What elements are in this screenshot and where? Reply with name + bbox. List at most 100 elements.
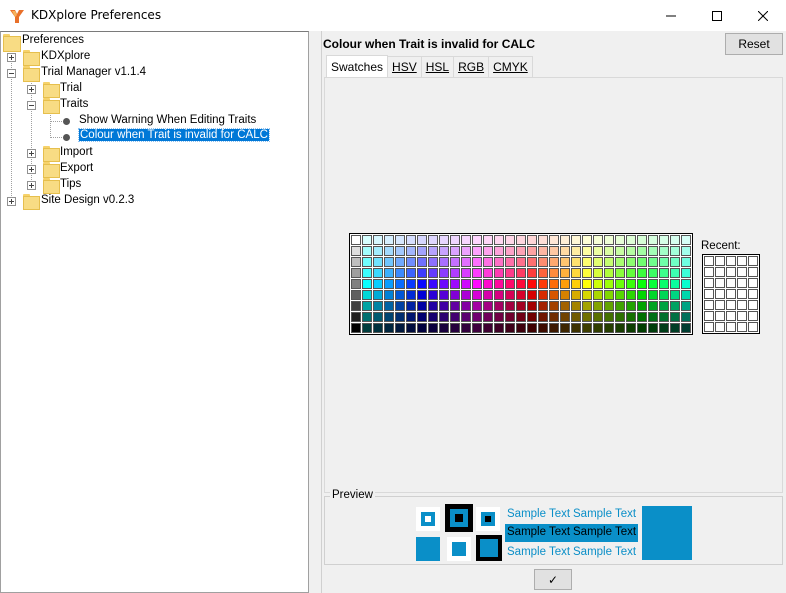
- recent-swatch[interactable]: [704, 256, 714, 266]
- colour-swatch[interactable]: [373, 301, 383, 311]
- recent-swatch[interactable]: [715, 256, 725, 266]
- colour-swatch[interactable]: [516, 290, 526, 300]
- colour-swatch[interactable]: [494, 312, 504, 322]
- colour-swatch[interactable]: [648, 279, 658, 289]
- colour-swatch[interactable]: [417, 301, 427, 311]
- colour-swatch[interactable]: [483, 279, 493, 289]
- colour-swatch[interactable]: [428, 268, 438, 278]
- colour-swatch[interactable]: [571, 301, 581, 311]
- colour-swatch[interactable]: [571, 290, 581, 300]
- colour-swatch[interactable]: [428, 290, 438, 300]
- recent-swatch[interactable]: [715, 300, 725, 310]
- recent-swatch[interactable]: [748, 300, 758, 310]
- colour-swatch[interactable]: [571, 235, 581, 245]
- colour-swatch[interactable]: [648, 246, 658, 256]
- colour-swatch[interactable]: [428, 323, 438, 333]
- maximize-button[interactable]: [694, 0, 740, 31]
- colour-swatch[interactable]: [439, 235, 449, 245]
- recent-swatch[interactable]: [737, 322, 747, 332]
- recent-swatch[interactable]: [704, 267, 714, 277]
- colour-swatch[interactable]: [461, 246, 471, 256]
- colour-swatch[interactable]: [483, 290, 493, 300]
- recent-swatch[interactable]: [726, 311, 736, 321]
- colour-swatch[interactable]: [428, 246, 438, 256]
- recent-swatch[interactable]: [748, 322, 758, 332]
- colour-swatch[interactable]: [384, 323, 394, 333]
- recent-swatch[interactable]: [737, 311, 747, 321]
- colour-swatch[interactable]: [417, 268, 427, 278]
- colour-swatch[interactable]: [681, 235, 691, 245]
- colour-swatch[interactable]: [626, 268, 636, 278]
- colour-swatch[interactable]: [527, 323, 537, 333]
- recent-swatches[interactable]: [702, 254, 760, 334]
- colour-swatch[interactable]: [351, 323, 361, 333]
- expand-icon[interactable]: [7, 197, 16, 206]
- colour-swatch[interactable]: [538, 235, 548, 245]
- tree-item-tips[interactable]: Tips: [1, 177, 301, 194]
- recent-swatch[interactable]: [704, 289, 714, 299]
- recent-swatch[interactable]: [748, 267, 758, 277]
- colour-swatch[interactable]: [648, 301, 658, 311]
- recent-swatch[interactable]: [715, 267, 725, 277]
- colour-swatch[interactable]: [417, 312, 427, 322]
- colour-swatch[interactable]: [373, 323, 383, 333]
- colour-swatch[interactable]: [560, 290, 570, 300]
- recent-swatch[interactable]: [737, 267, 747, 277]
- colour-swatch[interactable]: [428, 312, 438, 322]
- recent-swatch[interactable]: [748, 289, 758, 299]
- colour-swatch[interactable]: [615, 301, 625, 311]
- colour-swatch[interactable]: [406, 290, 416, 300]
- colour-swatch[interactable]: [604, 257, 614, 267]
- colour-swatch[interactable]: [549, 257, 559, 267]
- colour-swatch[interactable]: [505, 301, 515, 311]
- colour-swatch[interactable]: [406, 268, 416, 278]
- colour-swatch[interactable]: [483, 246, 493, 256]
- colour-swatch[interactable]: [483, 301, 493, 311]
- tree-item-kdxplore[interactable]: KDXplore: [1, 49, 301, 66]
- tree-item-colour-invalid[interactable]: Colour when Trait is invalid for CALC: [1, 128, 301, 145]
- colour-swatch[interactable]: [615, 257, 625, 267]
- colour-swatch[interactable]: [384, 312, 394, 322]
- colour-swatch[interactable]: [549, 279, 559, 289]
- colour-swatch[interactable]: [527, 290, 537, 300]
- colour-swatch[interactable]: [483, 312, 493, 322]
- colour-swatch[interactable]: [406, 246, 416, 256]
- recent-swatch[interactable]: [737, 256, 747, 266]
- colour-swatch[interactable]: [593, 246, 603, 256]
- colour-swatch[interactable]: [549, 246, 559, 256]
- colour-swatch[interactable]: [505, 312, 515, 322]
- colour-swatch[interactable]: [483, 323, 493, 333]
- colour-swatch[interactable]: [516, 268, 526, 278]
- colour-swatch[interactable]: [373, 279, 383, 289]
- colour-swatch[interactable]: [615, 290, 625, 300]
- colour-swatch[interactable]: [417, 279, 427, 289]
- colour-swatch[interactable]: [516, 323, 526, 333]
- colour-swatch[interactable]: [593, 268, 603, 278]
- colour-swatch[interactable]: [494, 279, 504, 289]
- apply-button[interactable]: ✓: [534, 569, 572, 590]
- colour-swatch[interactable]: [472, 279, 482, 289]
- colour-swatch[interactable]: [395, 290, 405, 300]
- colour-swatch[interactable]: [637, 235, 647, 245]
- colour-swatch[interactable]: [560, 268, 570, 278]
- recent-swatch[interactable]: [704, 311, 714, 321]
- colour-swatch[interactable]: [593, 301, 603, 311]
- recent-swatch[interactable]: [704, 278, 714, 288]
- colour-swatch[interactable]: [417, 246, 427, 256]
- colour-swatch[interactable]: [483, 235, 493, 245]
- colour-swatch[interactable]: [538, 268, 548, 278]
- colour-swatch[interactable]: [461, 257, 471, 267]
- colour-swatch[interactable]: [571, 312, 581, 322]
- colour-swatch[interactable]: [505, 290, 515, 300]
- collapse-icon[interactable]: [7, 69, 16, 78]
- colour-swatch[interactable]: [417, 235, 427, 245]
- colour-swatch[interactable]: [659, 235, 669, 245]
- colour-swatch[interactable]: [549, 290, 559, 300]
- colour-swatch[interactable]: [670, 246, 680, 256]
- colour-swatch[interactable]: [659, 246, 669, 256]
- colour-swatch[interactable]: [472, 235, 482, 245]
- colour-swatch[interactable]: [384, 257, 394, 267]
- colour-swatch[interactable]: [373, 257, 383, 267]
- recent-swatch[interactable]: [704, 322, 714, 332]
- colour-swatch[interactable]: [472, 246, 482, 256]
